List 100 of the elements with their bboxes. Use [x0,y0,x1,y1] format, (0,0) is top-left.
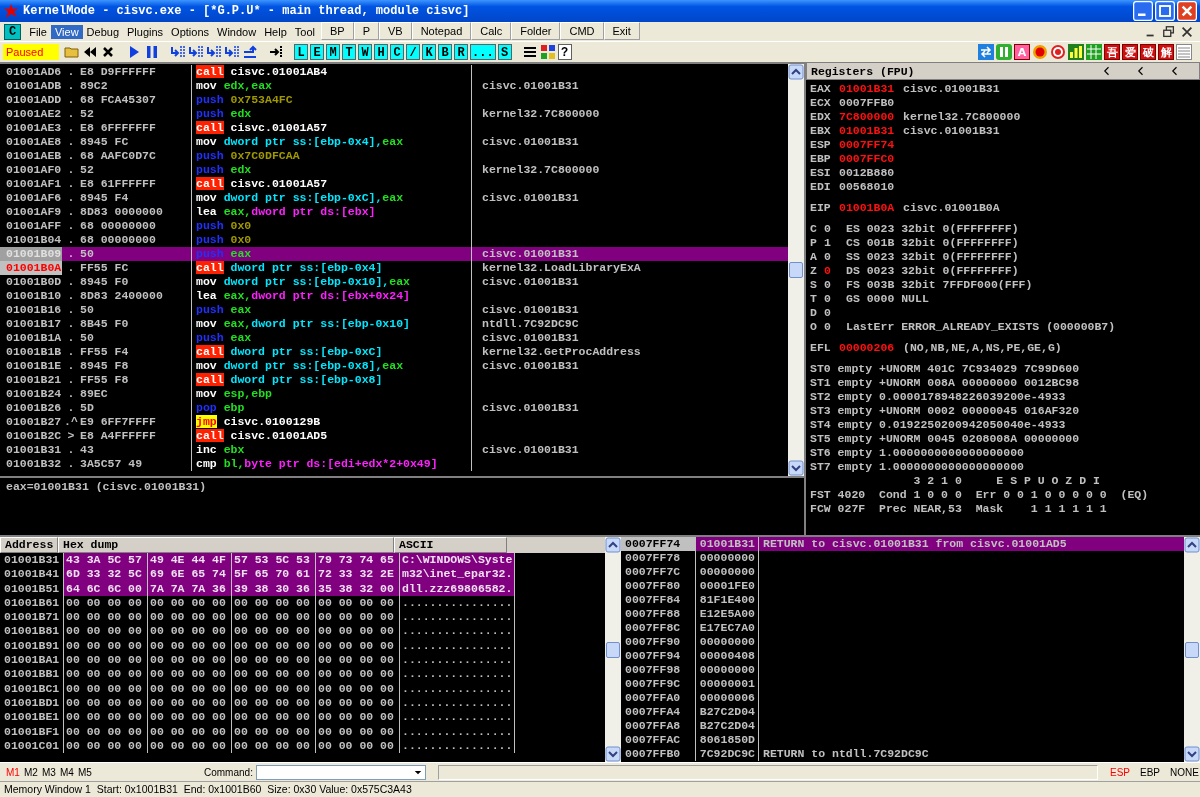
address-cell-text: 01001B32 [5,457,62,471]
plugin-button[interactable]: 爱 [1122,44,1138,60]
view-shortcut-button[interactable]: B [438,44,452,60]
menu-item[interactable]: Debug [82,24,123,39]
step-icon[interactable] [224,44,240,60]
help-button[interactable]: ? [557,44,572,60]
quick-button[interactable]: Notepad [411,22,472,40]
quick-button[interactable]: BP [320,22,354,40]
scroll-thumb[interactable] [1185,641,1199,658]
register-value[interactable]: 00000206 [839,341,903,355]
register-value[interactable]: 0007FF74 [839,138,903,152]
step-icon[interactable] [170,44,186,60]
column-header[interactable]: ASCII [394,537,507,553]
view-shortcut-button[interactable]: / [406,44,420,60]
register-name: EAX [810,82,832,96]
quick-button[interactable]: P [353,22,379,40]
view-shortcut-button[interactable]: S [497,44,512,60]
memory-tab[interactable]: M4 [60,766,78,778]
register-value[interactable]: 0007FFB0 [839,96,903,110]
memory-tab[interactable]: M3 [42,766,60,778]
view-shortcut-button[interactable]: W [358,44,372,60]
menu-item[interactable]: View [50,24,83,39]
quick-button[interactable]: Folder [511,22,561,40]
view-shortcut-button[interactable]: L [294,44,308,60]
minimize-icon[interactable] [1133,1,1153,21]
list-icon[interactable] [521,44,538,60]
pause-icon[interactable] [144,44,160,60]
scroll-down-icon[interactable] [788,460,804,476]
quick-button[interactable]: Exit [603,22,640,40]
jump-marker: . [66,65,76,79]
view-shortcut-button[interactable]: T [342,44,356,60]
scroll-down-icon[interactable] [1184,746,1200,762]
view-shortcut-button[interactable]: H [374,44,388,60]
maximize-icon[interactable] [1155,1,1175,21]
address-cell-text: 01001B41 [3,567,61,582]
menu-item[interactable]: File [25,24,51,39]
scroll-thumb[interactable] [789,262,803,278]
step-icon[interactable] [206,44,222,60]
target-icon[interactable] [1050,44,1066,60]
menu-item[interactable]: Tool [290,24,319,39]
scroll-up-icon[interactable] [1184,537,1200,553]
plugin-button[interactable]: 吾 [1104,44,1120,60]
refresh-icon[interactable] [978,44,994,60]
menu-item[interactable]: Plugins [123,24,168,39]
scroll-up-icon[interactable] [788,64,804,80]
view-shortcut-button[interactable]: R [454,44,468,60]
chart-icon[interactable] [1068,44,1084,60]
pause-icon[interactable] [996,44,1012,60]
register-value[interactable]: 01001B0A [839,201,903,215]
register-value[interactable]: 7C800000 [839,110,903,124]
flag-value[interactable]: 0 [824,250,846,264]
address-cell-text: 01001B16 [5,303,62,317]
view-shortcut-button[interactable]: E [310,44,324,60]
hex-cell: 57 53 5C 53 [231,553,315,568]
command-field[interactable] [256,764,426,780]
quick-button[interactable]: CMD [560,22,604,40]
flag-value[interactable]: 1 [824,236,846,250]
menu-item[interactable]: Help [260,24,291,39]
register-value[interactable]: 01001B31 [839,124,903,138]
menu-item[interactable]: Window [213,24,261,39]
flag-value[interactable]: 0 [824,292,846,306]
flag-value[interactable]: 0 [824,222,846,236]
memory-tab[interactable]: M2 [24,766,42,778]
scroll-down-icon[interactable] [605,746,621,762]
flag-value[interactable]: 0 [824,306,846,320]
menu-item[interactable]: Options [167,24,213,39]
rewind-icon[interactable] [82,44,98,60]
plugin-button[interactable]: 破 [1140,44,1156,60]
quick-button[interactable]: VB [379,22,412,40]
register-value[interactable]: 00568010 [839,180,903,194]
step-icon[interactable] [188,44,204,60]
register-value[interactable]: 0007FFC0 [839,152,903,166]
logo-button[interactable]: C [4,23,22,40]
scroll-thumb[interactable] [606,641,620,658]
flag-value[interactable]: 0 [824,278,846,292]
grid-icon[interactable] [539,44,556,60]
restore-icon[interactable] [1162,24,1176,39]
register-tab[interactable]: NONE [1170,766,1200,778]
register-value[interactable]: 0012B880 [839,166,903,180]
register-value[interactable]: 01001B31 [839,82,903,96]
jump-marker: . [66,107,76,121]
memory-tab[interactable]: M5 [78,766,96,778]
hex-cell: 43 [80,443,192,457]
trace-icon[interactable] [268,44,284,60]
plugin-button[interactable]: 解 [1158,44,1174,60]
hex-cell: 50 [80,247,192,261]
close-icon[interactable] [1180,24,1194,39]
column-header[interactable]: Address [0,537,58,553]
view-shortcut-button[interactable]: K [422,44,436,60]
column-header[interactable]: Hex dump [58,537,394,553]
flag-value[interactable]: 0 [824,320,846,334]
quick-button[interactable]: Calc [471,22,512,40]
flag-value[interactable]: 0 [824,264,846,278]
view-shortcut-button[interactable]: C [390,44,404,60]
view-shortcut-button[interactable]: M [326,44,340,60]
return-icon[interactable] [242,44,258,60]
scroll-up-icon[interactable] [605,537,621,553]
view-shortcut-button[interactable]: ... [470,44,496,60]
record-icon[interactable] [1032,44,1048,60]
register-tab[interactable]: EBP [1140,766,1170,778]
